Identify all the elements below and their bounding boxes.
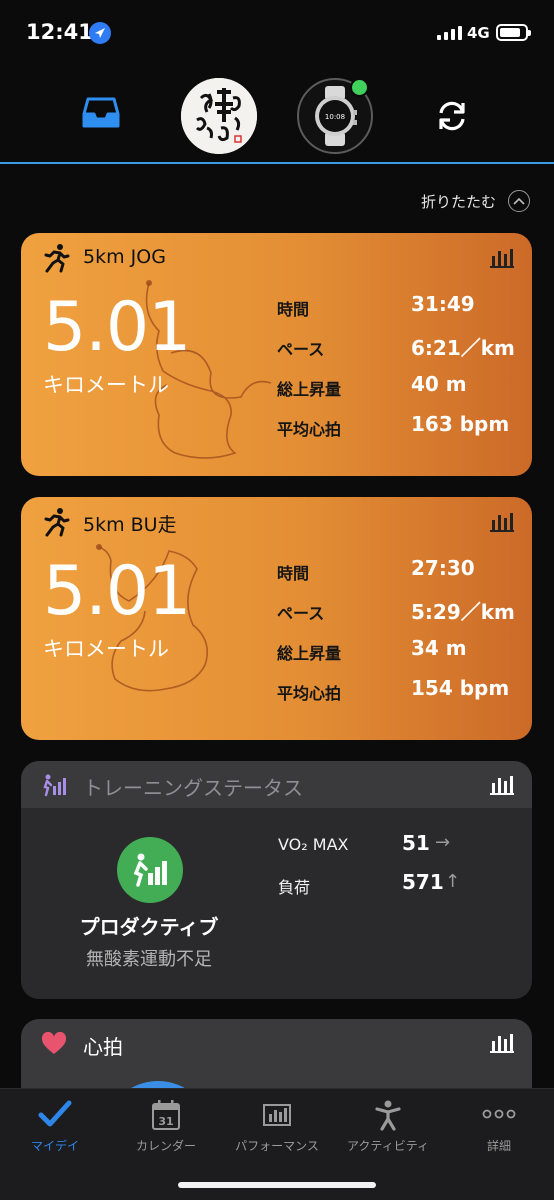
activity-title: 5km BU走: [83, 514, 177, 536]
bar-chart-icon[interactable]: [490, 774, 514, 800]
location-arrow-icon: [89, 22, 111, 44]
tab-label: カレンダー: [135, 1139, 196, 1153]
training-state: プロダクティブ: [79, 915, 219, 939]
productive-status-icon: [117, 837, 183, 903]
status-bar: 12:41 4G: [0, 0, 554, 66]
activity-card[interactable]: 5km JOG 5.01 キロメートル 時間 31:49 ペース 6:21／km…: [21, 233, 532, 476]
tab-label: アクティビティ: [347, 1139, 429, 1153]
header-divider: [0, 162, 554, 164]
bar-chart-icon[interactable]: [490, 247, 514, 273]
training-status-title: トレーニングステータス: [83, 776, 303, 800]
stat-value: 5:29／km: [411, 600, 515, 624]
battery-icon: [496, 24, 531, 41]
network-type: 4G: [467, 24, 490, 42]
training-status-icon: [42, 773, 68, 801]
home-indicator[interactable]: [178, 1182, 376, 1188]
stat-label: ペース: [277, 604, 325, 623]
distance-value: 5.01: [43, 288, 191, 367]
stat-row-ascent: 総上昇量 40 m: [277, 372, 527, 412]
running-icon: [41, 243, 71, 277]
stat-row-pace: ペース 6:21／km: [277, 332, 527, 372]
signal-bars-icon: [437, 26, 463, 40]
watch-face-time: 10:08: [325, 113, 345, 121]
tab-details[interactable]: 詳細: [444, 1099, 554, 1153]
chevron-up-icon: [508, 190, 530, 212]
stat-row-pace: ペース 5:29／km: [277, 596, 527, 636]
tab-calendar[interactable]: 31 カレンダー: [111, 1099, 221, 1153]
tab-label: パフォーマンス: [235, 1139, 319, 1153]
activity-stats: 時間 31:49 ペース 6:21／km 総上昇量 40 m 平均心拍 163 …: [277, 292, 527, 452]
load-value: 571: [402, 870, 444, 894]
training-status-header: トレーニングステータス: [21, 761, 532, 808]
heart-icon: [41, 1031, 67, 1060]
vo2-trend-arrow-icon: →: [435, 832, 451, 853]
avatar[interactable]: [181, 78, 257, 154]
stat-row-heart-rate: 平均心拍 154 bpm: [277, 676, 527, 716]
tab-label: マイデイ: [30, 1139, 79, 1153]
stat-label: 総上昇量: [277, 644, 342, 663]
performance-chart-icon: [263, 1104, 291, 1126]
stat-label: 時間: [277, 300, 310, 319]
calendar-day: 31: [158, 1115, 173, 1128]
stat-row-heart-rate: 平均心拍 163 bpm: [277, 412, 527, 452]
stat-label: 時間: [277, 564, 310, 583]
load-trend-arrow-icon: ↑: [445, 871, 461, 892]
stat-value: 163 bpm: [411, 412, 510, 436]
connection-status-dot: [350, 78, 369, 97]
training-status-card[interactable]: トレーニングステータス プロダクティブ 無酸素運動不足 VO₂ MAX 51 →…: [21, 761, 532, 999]
load-label: 負荷: [278, 878, 311, 897]
stat-value: 31:49: [411, 292, 475, 316]
status-time: 12:41: [26, 20, 93, 44]
inbox-icon[interactable]: [82, 96, 120, 134]
stat-value: 40 m: [411, 372, 467, 396]
calendar-icon: 31: [152, 1100, 180, 1130]
device-header: 10:08: [0, 66, 554, 164]
sync-icon[interactable]: [435, 99, 469, 137]
activity-stats: 時間 27:30 ペース 5:29／km 総上昇量 34 m 平均心拍 154 …: [277, 556, 527, 716]
stat-label: 平均心拍: [277, 420, 342, 439]
tab-my-day[interactable]: マイデイ: [0, 1099, 110, 1153]
stat-value: 6:21／km: [411, 336, 515, 360]
running-icon: [41, 507, 71, 541]
stat-row-time: 時間 27:30: [277, 556, 527, 596]
collapse-label: 折りたたむ: [420, 192, 496, 211]
stat-label: 総上昇量: [277, 380, 342, 399]
checkmark-icon: [38, 1100, 72, 1127]
distance-value: 5.01: [43, 552, 191, 631]
bar-chart-icon[interactable]: [490, 511, 514, 537]
collapse-button[interactable]: 折りたたむ: [421, 190, 530, 212]
distance-unit: キロメートル: [43, 637, 169, 661]
stat-value: 27:30: [411, 556, 475, 580]
stat-label: ペース: [277, 340, 325, 359]
stat-row-ascent: 総上昇量 34 m: [277, 636, 527, 676]
tab-activity[interactable]: アクティビティ: [333, 1099, 443, 1153]
activity-card[interactable]: 5km BU走 5.01 キロメートル 時間 27:30 ペース 5:29／km…: [21, 497, 532, 740]
more-icon: [482, 1109, 516, 1119]
training-substate: 無酸素運動不足: [86, 949, 212, 970]
activity-person-icon: [375, 1100, 401, 1131]
vo2-max-value: 51: [402, 831, 430, 855]
stat-row-time: 時間 31:49: [277, 292, 527, 332]
tab-label: 詳細: [486, 1139, 511, 1153]
vo2-max-label: VO₂ MAX: [278, 835, 349, 854]
stat-label: 平均心拍: [277, 684, 342, 703]
stat-value: 154 bpm: [411, 676, 510, 700]
activity-title: 5km JOG: [83, 246, 166, 268]
heart-rate-title: 心拍: [83, 1035, 123, 1059]
distance-unit: キロメートル: [43, 373, 169, 397]
stat-value: 34 m: [411, 636, 467, 660]
tab-performance[interactable]: パフォーマンス: [222, 1099, 332, 1153]
bar-chart-icon[interactable]: [490, 1032, 514, 1058]
